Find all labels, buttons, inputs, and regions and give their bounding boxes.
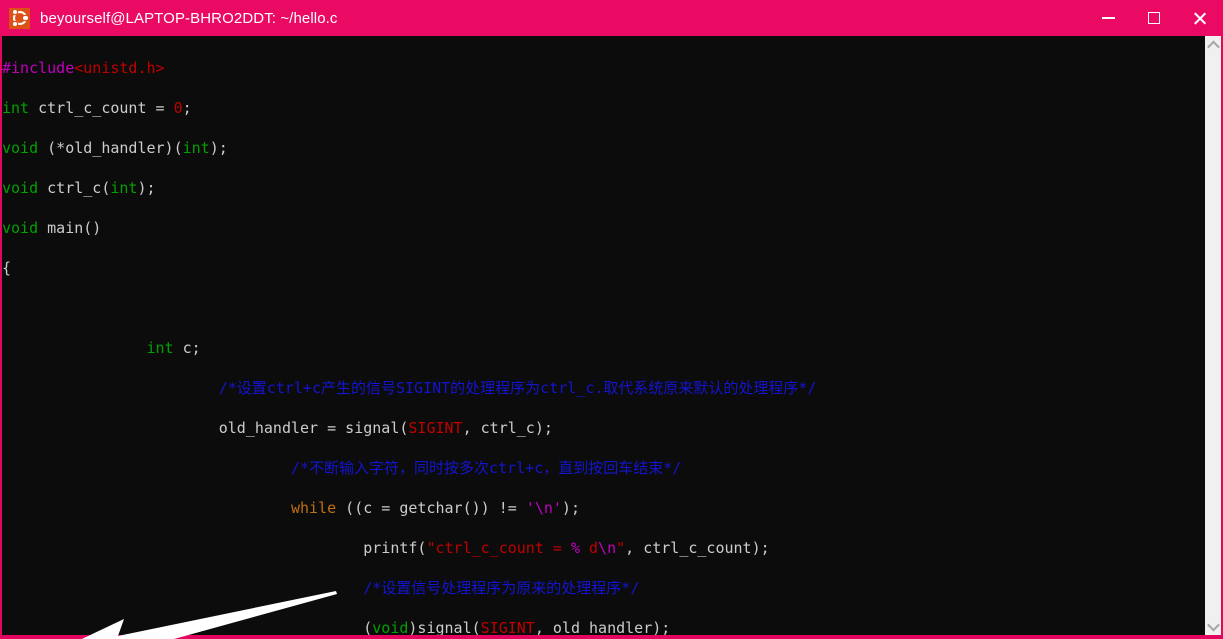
vim-editor-area[interactable]: #include<unistd.h> int ctrl_c_count = 0;…: [2, 36, 1205, 635]
code-line: int c;: [146, 339, 201, 357]
code-line: int ctrl_c_count = 0;: [2, 99, 192, 117]
code-line: /*设置ctrl+c产生的信号SIGINT的处理程序为ctrl_c.取代系统原来…: [218, 379, 817, 397]
code-line: /*不断输入字符，同时按多次ctrl+c，直到按回车结束*/: [290, 459, 682, 477]
ubuntu-logo-dot-right: [23, 15, 28, 21]
ubuntu-logo-icon: [9, 7, 30, 29]
code-line: (void)signal(SIGINT, old_handler);: [2, 619, 671, 635]
code-line: printf("ctrl_c_count = % d\n", ctrl_c_co…: [2, 539, 770, 557]
code-line: void (*old_handler)(int);: [2, 139, 228, 157]
window-controls: [1085, 0, 1223, 36]
titlebar-left-group: beyourself@LAPTOP-BHRO2DDT: ~/hello.c: [0, 7, 1085, 29]
maximize-icon: [1148, 12, 1160, 24]
terminal-window: beyourself@LAPTOP-BHRO2DDT: ~/hello.c #i…: [0, 0, 1223, 639]
minimize-button[interactable]: [1085, 0, 1131, 36]
code-line: /*设置信号处理程序为原来的处理程序*/: [363, 579, 640, 597]
close-button[interactable]: [1177, 0, 1223, 36]
window-titlebar[interactable]: beyourself@LAPTOP-BHRO2DDT: ~/hello.c: [0, 0, 1223, 36]
terminal-frame: #include<unistd.h> int ctrl_c_count = 0;…: [0, 36, 1223, 639]
close-icon: [1193, 11, 1208, 26]
scroll-down-arrow[interactable]: [1205, 617, 1221, 635]
chevron-down-icon: [1206, 618, 1220, 631]
vim-buffer[interactable]: #include<unistd.h> int ctrl_c_count = 0;…: [2, 38, 816, 635]
window-title: beyourself@LAPTOP-BHRO2DDT: ~/hello.c: [40, 9, 338, 27]
code-line: void main(): [2, 219, 102, 237]
minimize-icon: [1101, 17, 1115, 19]
maximize-button[interactable]: [1131, 0, 1177, 36]
code-line: void ctrl_c(int);: [2, 179, 156, 197]
code-line: old_handler = signal(SIGINT, ctrl_c);: [2, 419, 553, 437]
chevron-up-icon: [1206, 40, 1220, 53]
ubuntu-logo-dot-bottomleft: [12, 21, 18, 26]
code-line: {: [2, 259, 12, 277]
vertical-scrollbar[interactable]: [1205, 36, 1221, 635]
scroll-up-arrow[interactable]: [1205, 36, 1221, 54]
code-line: #include<unistd.h>: [2, 59, 165, 77]
code-line: while ((c = getchar()) != '\n');: [290, 499, 580, 517]
